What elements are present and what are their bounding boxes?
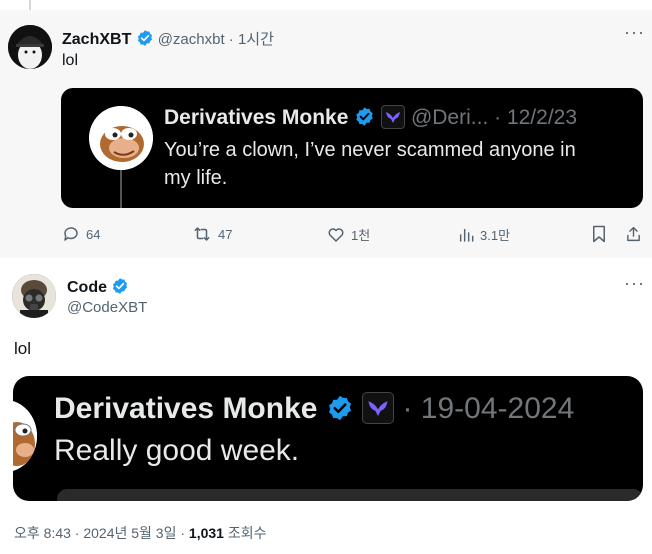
author-name[interactable]: ZachXBT [62, 31, 131, 48]
quote-author-name: Derivatives Monke [54, 392, 318, 425]
share-icon [627, 226, 640, 242]
repost-button[interactable]: 47 [192, 225, 232, 243]
embedded-media-edge [57, 489, 643, 501]
detective-avatar-icon [8, 25, 52, 69]
view-count: 3.1만 [480, 228, 511, 243]
view-count: 1,031 [188, 525, 224, 541]
quote-text-line: You’re a clown, I’ve never scammed anyon… [164, 139, 576, 161]
quote-handle: @Deri... [410, 106, 489, 129]
reply-icon [64, 227, 78, 241]
quote-text: Really good week. [54, 434, 300, 467]
handle-and-time[interactable]: @zachxbt · 1시간 [158, 31, 274, 48]
thread-line [29, 0, 31, 10]
reply-button[interactable]: 64 [62, 225, 100, 243]
bookmark-icon [593, 225, 605, 243]
zachxbt-avatar[interactable] [8, 25, 52, 69]
monke-avatar [13, 400, 37, 472]
repost-count: 47 [218, 226, 233, 242]
quote-date: · 12/2/23 [494, 106, 578, 129]
tweet1-header: ZachXBT @zachxbt · 1시간 [62, 28, 274, 51]
quoted-tweet-image[interactable]: Derivatives Monke · 19-04-2024 Really go… [13, 376, 643, 501]
heart-icon [328, 227, 344, 242]
quote-text-line: my life. [164, 167, 228, 189]
quote-date: · 19-04-2024 [402, 392, 575, 425]
quote-author-name: Derivatives Monke [164, 106, 349, 129]
quote-header: Derivatives Monke · 19-04-2024 [54, 392, 574, 430]
views-button[interactable]: 3.1만 [458, 225, 510, 244]
like-button[interactable]: 1천 [327, 225, 370, 244]
author-name[interactable]: Code [67, 279, 107, 296]
butterfly-icon [381, 105, 406, 129]
timestamp-text[interactable]: 오후 8:43 · 2024년 5월 3일 · [14, 525, 189, 541]
bookmark-button[interactable] [591, 225, 607, 243]
butterfly-icon [362, 392, 395, 424]
author-handle[interactable]: @CodeXBT [67, 299, 147, 316]
views-label: 조회수 [223, 525, 267, 541]
more-options-icon[interactable]: ··· [624, 273, 645, 294]
tweet2-header: Code [67, 277, 129, 300]
verified-badge-icon [326, 394, 354, 430]
monke-avatar [89, 106, 153, 170]
quote-text: You’re a clown, I’ve never scammed anyon… [164, 136, 576, 192]
tweet-text: lol [62, 52, 79, 69]
like-count: 1천 [351, 228, 371, 243]
quote-header: Derivatives Monke @Deri... · 12/2/23 [164, 105, 577, 133]
pepe-monkey-icon [89, 106, 153, 170]
verified-badge-icon [136, 29, 154, 51]
tweet-timestamp: 오후 8:43 · 2024년 5월 3일 · 1,031 조회수 [14, 523, 267, 543]
quote-thread-line [120, 168, 122, 208]
repost-icon [194, 227, 210, 241]
verified-badge-icon [354, 106, 375, 133]
analytics-icon [459, 228, 474, 242]
more-options-icon[interactable]: ··· [624, 22, 645, 43]
verified-badge-icon [111, 277, 129, 300]
pepe-monkey-icon [13, 400, 37, 472]
share-button[interactable] [625, 225, 642, 243]
reply-count: 64 [86, 226, 101, 242]
gas-mask-avatar-icon [12, 274, 56, 318]
code-avatar[interactable] [12, 274, 56, 318]
tweet-text: lol [14, 339, 32, 358]
quoted-tweet-image[interactable]: Derivatives Monke @Deri... · 12/2/23 You… [61, 88, 643, 208]
